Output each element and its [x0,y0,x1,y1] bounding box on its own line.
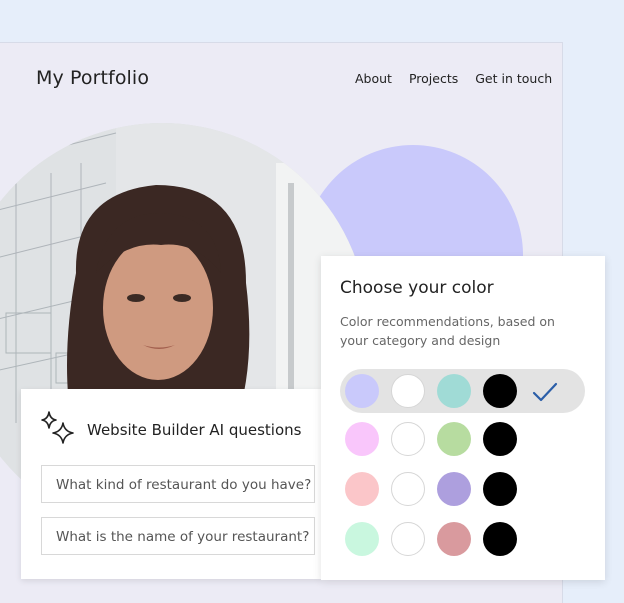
ai-card-title: Website Builder AI questions [87,421,302,439]
color-swatch[interactable] [483,522,517,556]
color-swatch[interactable] [345,472,379,506]
color-swatch[interactable] [437,422,471,456]
color-swatch[interactable] [483,422,517,456]
color-swatch[interactable] [437,472,471,506]
ai-card-header: Website Builder AI questions [39,409,301,451]
color-swatch[interactable] [391,374,425,408]
color-swatch[interactable] [437,374,471,408]
color-swatch[interactable] [483,472,517,506]
color-swatch[interactable] [391,522,425,556]
portfolio-brand: My Portfolio [36,67,150,89]
color-card-subtitle: Color recommendations, based on your cat… [340,314,555,348]
question-input-restaurant-type[interactable]: What kind of restaurant do you have? [41,465,315,503]
color-swatch[interactable] [345,374,379,408]
color-card-title: Choose your color [340,278,494,298]
stage: My Portfolio About Projects Get in touch [0,0,624,603]
question-input-restaurant-name[interactable]: What is the name of your restaurant? [41,517,315,555]
check-icon [531,380,559,408]
portfolio-nav: About Projects Get in touch [355,71,552,86]
sparkle-icon [39,409,77,451]
color-swatch[interactable] [483,374,517,408]
color-swatch[interactable] [391,422,425,456]
color-swatch[interactable] [391,472,425,506]
color-swatch[interactable] [345,522,379,556]
nav-about[interactable]: About [355,71,392,86]
ai-questions-card: Website Builder AI questions What kind o… [21,389,321,579]
nav-get-in-touch[interactable]: Get in touch [475,71,552,86]
color-picker-card: Choose your color Color recommendations,… [321,256,605,580]
color-swatch[interactable] [437,522,471,556]
nav-projects[interactable]: Projects [409,71,458,86]
color-swatch[interactable] [345,422,379,456]
